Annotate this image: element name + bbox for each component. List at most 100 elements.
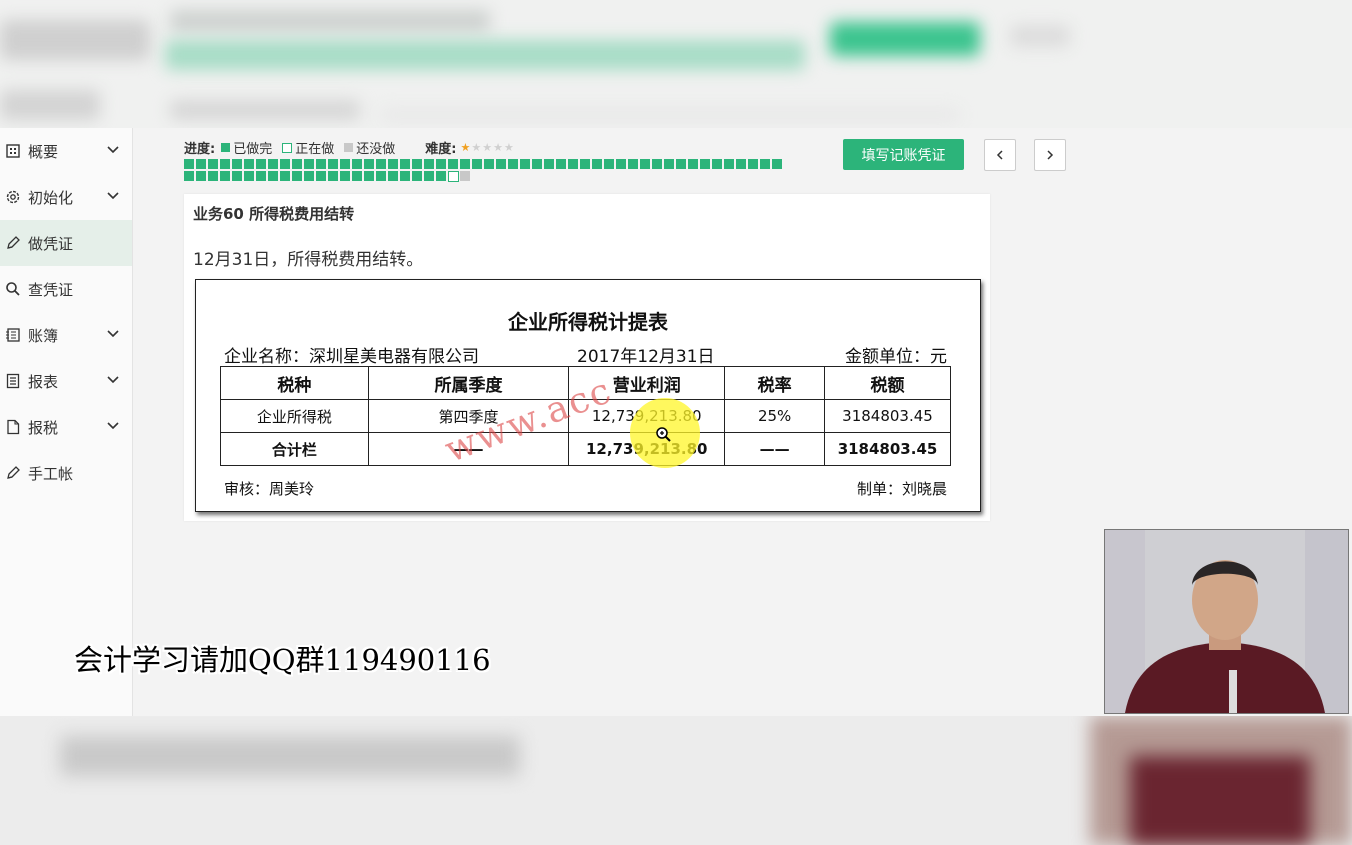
grid-icon bbox=[5, 143, 21, 159]
sidebar-item-init[interactable]: 初始化 bbox=[0, 174, 132, 220]
progress-cell bbox=[712, 159, 722, 169]
progress-cell bbox=[340, 171, 350, 181]
progress-cell bbox=[700, 159, 710, 169]
progress-cell bbox=[244, 159, 254, 169]
todo-label: 还没做 bbox=[356, 142, 396, 157]
progress-cell bbox=[268, 171, 278, 181]
progress-cell bbox=[208, 159, 218, 169]
progress-cell bbox=[340, 159, 350, 169]
progress-cell bbox=[220, 159, 230, 169]
presenter-image bbox=[1105, 530, 1348, 713]
progress-cell bbox=[640, 159, 650, 169]
sidebar-item-make-voucher[interactable]: 做凭证 bbox=[0, 220, 132, 266]
progress-cell bbox=[304, 171, 314, 181]
progress-cell bbox=[736, 159, 746, 169]
prev-button[interactable] bbox=[984, 139, 1016, 171]
sidebar-item-view-voucher[interactable]: 查凭证 bbox=[0, 266, 132, 312]
progress-cell bbox=[628, 159, 638, 169]
progress-cell bbox=[328, 159, 338, 169]
tax-sheet: 企业所得税计提表 企业名称：深圳星美电器有限公司 2017年12月31日 金额单… bbox=[195, 279, 981, 512]
sidebar-item-reports[interactable]: 报表 bbox=[0, 358, 132, 404]
progress-cell bbox=[280, 171, 290, 181]
progress-cell bbox=[748, 159, 758, 169]
chevron-right-icon bbox=[1047, 150, 1054, 160]
zoom-cursor-icon bbox=[656, 427, 671, 442]
progress-cell bbox=[448, 159, 458, 169]
table-cell: 3184803.45 bbox=[824, 399, 951, 433]
progress-cell bbox=[184, 171, 194, 181]
progress-cell bbox=[316, 171, 326, 181]
progress-cell bbox=[508, 159, 518, 169]
ledger-icon bbox=[5, 327, 21, 343]
progress-cell bbox=[412, 159, 422, 169]
sidebar: 概要 初始化 做凭证 查凭证 账簿 报表 报税 手工帐 bbox=[0, 128, 133, 716]
star-empty-icon: ★ bbox=[471, 141, 482, 154]
sidebar-item-overview[interactable]: 概要 bbox=[0, 128, 132, 174]
done-label: 已做完 bbox=[233, 142, 273, 157]
progress-cell bbox=[556, 159, 566, 169]
progress-cell bbox=[532, 159, 542, 169]
progress-cell bbox=[544, 159, 554, 169]
progress-cell bbox=[460, 171, 470, 181]
preparer: 制单：刘晓晨 bbox=[856, 480, 947, 498]
progress-cell bbox=[592, 159, 602, 169]
sidebar-item-label: 手工帐 bbox=[28, 464, 74, 483]
done-swatch bbox=[221, 143, 231, 152]
task-card: 业务60 所得税费用结转 12月31日，所得税费用结转。 企业所得税计提表 企业… bbox=[184, 194, 990, 521]
progress-cell bbox=[448, 171, 459, 182]
todo-swatch bbox=[344, 143, 354, 152]
chevron-down-icon bbox=[107, 192, 119, 200]
blurred-header bbox=[0, 0, 1352, 128]
sidebar-item-tax-filing[interactable]: 报税 bbox=[0, 404, 132, 450]
report-icon bbox=[5, 373, 21, 389]
progress-cell bbox=[400, 171, 410, 181]
presenter-video bbox=[1104, 529, 1349, 714]
progress-cell bbox=[664, 159, 674, 169]
table-header: 税额 bbox=[824, 366, 951, 400]
chevron-down-icon bbox=[107, 376, 119, 384]
next-button[interactable] bbox=[1034, 139, 1066, 171]
progress-cell bbox=[364, 171, 374, 181]
progress-cell bbox=[460, 159, 470, 169]
sidebar-item-ledger[interactable]: 账簿 bbox=[0, 312, 132, 358]
table-cell: —— bbox=[724, 432, 826, 466]
progress-cell bbox=[424, 159, 434, 169]
progress-cell bbox=[208, 171, 218, 181]
star-empty-icon: ★ bbox=[503, 141, 514, 154]
difficulty-label: 难度: bbox=[425, 142, 457, 157]
doing-swatch bbox=[282, 142, 293, 153]
progress-cell bbox=[184, 159, 194, 169]
qq-group-caption: 会计学习请加QQ群119490116 bbox=[74, 643, 491, 677]
progress-cell bbox=[472, 159, 482, 169]
pen-icon bbox=[5, 465, 21, 481]
progress-cell bbox=[196, 159, 206, 169]
blurred-footer bbox=[0, 716, 1352, 845]
table-header: 税种 bbox=[220, 366, 369, 400]
progress-cell bbox=[652, 159, 662, 169]
progress-cell bbox=[244, 171, 254, 181]
sidebar-item-manual-books[interactable]: 手工帐 bbox=[0, 450, 132, 496]
progress-cell bbox=[496, 159, 506, 169]
progress-cell bbox=[604, 159, 614, 169]
table-header: 税率 bbox=[724, 366, 826, 400]
progress-cell bbox=[436, 171, 446, 181]
reviewer: 审核：周美玲 bbox=[224, 480, 315, 498]
difficulty-stars: ★ ★ ★ ★ ★ bbox=[460, 141, 513, 154]
progress-cell bbox=[352, 171, 362, 181]
progress-cell bbox=[676, 159, 686, 169]
gear-icon bbox=[5, 189, 21, 205]
progress-cell bbox=[388, 171, 398, 181]
star-empty-icon: ★ bbox=[482, 141, 493, 154]
progress-cell bbox=[412, 171, 422, 181]
table-cell: 25% bbox=[724, 399, 826, 433]
progress-cell bbox=[268, 159, 278, 169]
progress-cell bbox=[484, 159, 494, 169]
task-title: 业务60 所得税费用结转 bbox=[193, 205, 355, 223]
fill-voucher-button[interactable]: 填写记账凭证 bbox=[843, 139, 964, 170]
chevron-down-icon bbox=[107, 422, 119, 430]
progress-cell bbox=[280, 159, 290, 169]
sidebar-item-label: 报税 bbox=[28, 418, 59, 437]
sheet-date: 2017年12月31日 bbox=[577, 347, 715, 367]
sidebar-item-label: 做凭证 bbox=[28, 234, 74, 253]
table-cell: 合计栏 bbox=[220, 432, 369, 466]
